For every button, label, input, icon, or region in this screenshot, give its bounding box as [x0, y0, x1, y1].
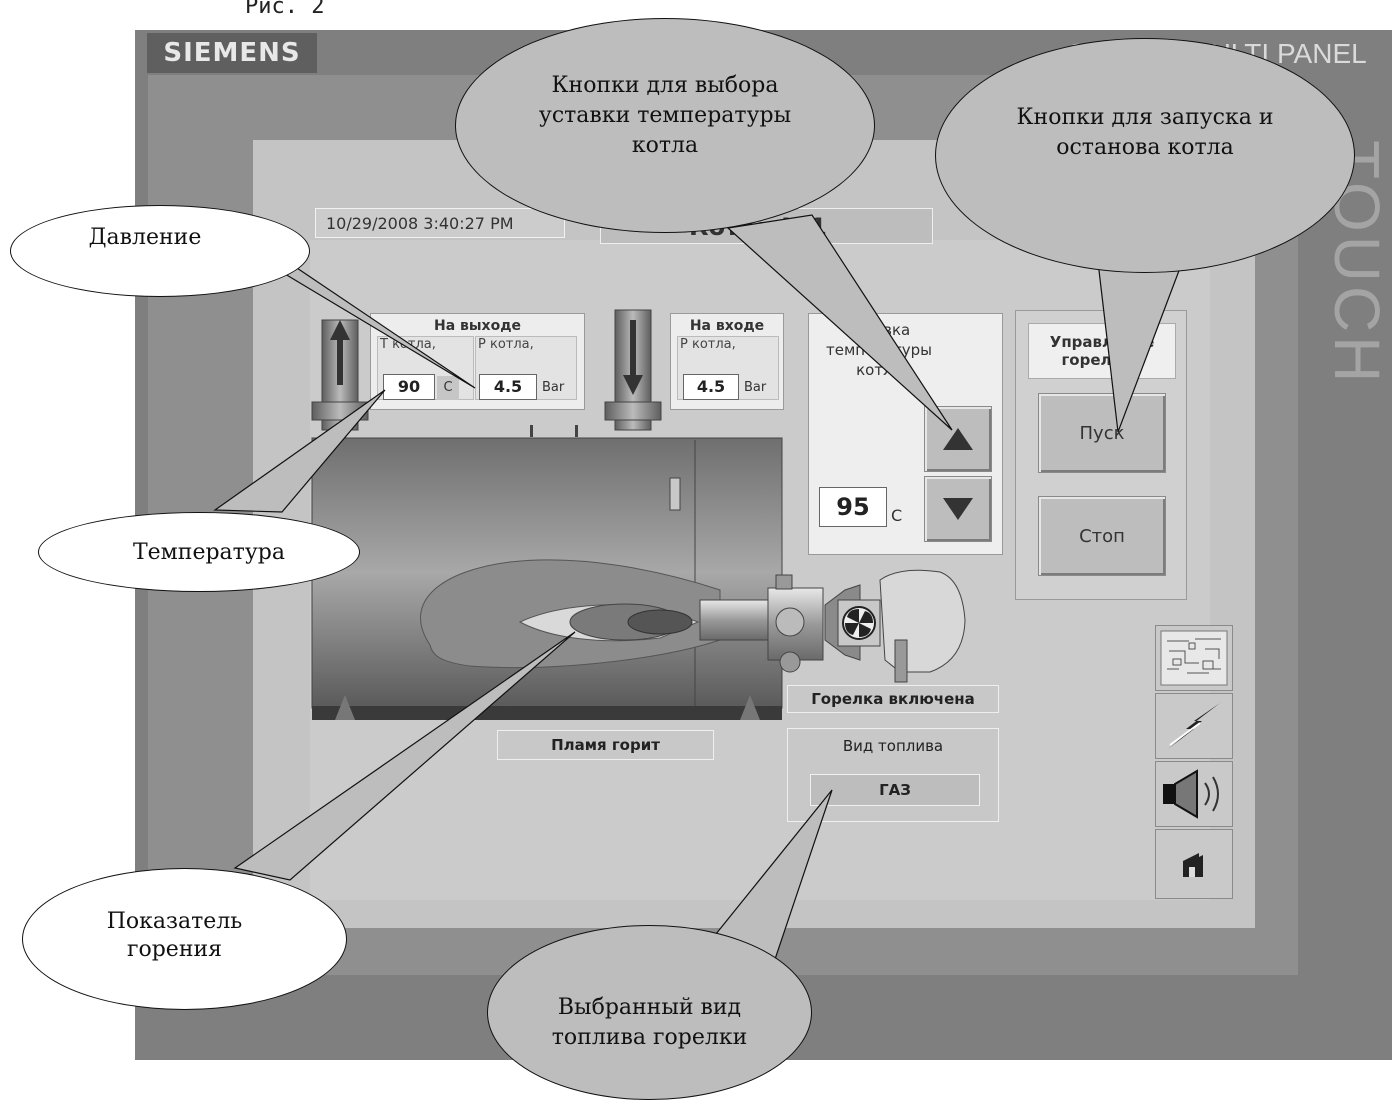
outlet-temp-label: T котла,	[380, 337, 436, 352]
home-icon	[1183, 853, 1203, 877]
overview-icon	[1160, 630, 1228, 686]
callout-fuel-selected: Выбранный вид топлива горелки	[487, 925, 812, 1100]
arrow-up-icon	[943, 428, 973, 450]
outlet-pressure-label: P котла,	[478, 337, 534, 352]
start-button[interactable]: Пуск	[1038, 393, 1166, 473]
outlet-title: На выходе	[433, 318, 521, 334]
callout-combustion: Показатель горения	[22, 868, 347, 1010]
setpoint-value[interactable]: 95	[819, 487, 887, 527]
fuel-title: Вид топлива	[842, 737, 944, 755]
setpoint-title: Уставка температуры котла	[825, 321, 932, 379]
inlet-pressure-label: P котла,	[680, 337, 736, 352]
outlet-temp-value: 90	[383, 374, 435, 400]
callout-pressure: Давление	[10, 205, 310, 297]
fuel-group: Вид топлива ГАЗ	[787, 728, 999, 822]
inlet-pressure-value: 4.5	[683, 374, 739, 400]
datetime-display: 10/29/2008 3:40:27 PM	[315, 208, 565, 238]
overview-button[interactable]	[1155, 625, 1233, 691]
callout-temperature: Температура	[38, 512, 360, 592]
speaker-icon	[1163, 769, 1219, 819]
figure-caption: Рис. 2	[245, 0, 325, 19]
setpoint-up-button[interactable]	[924, 406, 992, 472]
stop-button[interactable]: Стоп	[1038, 496, 1166, 576]
fuel-value: ГАЗ	[810, 774, 980, 806]
callout-start-stop-buttons: Кнопки для запуска и останова котла	[935, 38, 1355, 273]
burner-control-group: Управление горелкой Пуск Стоп	[1015, 310, 1187, 600]
outlet-pressure-value: 4.5	[479, 374, 537, 400]
diagnostics-button[interactable]	[1155, 693, 1233, 759]
flame-status: Пламя горит	[497, 730, 714, 760]
arrow-down-icon	[943, 498, 973, 520]
setpoint-group: Уставка температуры котла 95 C	[808, 313, 1003, 555]
inlet-group: На входе P котла, 4.5 Bar	[670, 313, 784, 410]
setpoint-unit: C	[891, 506, 903, 525]
lightning-icon	[1168, 703, 1220, 749]
inlet-pressure-unit: Bar	[744, 380, 767, 395]
setpoint-down-button[interactable]	[924, 476, 992, 542]
outlet-pressure-unit: Bar	[542, 380, 565, 395]
outlet-pipe	[311, 319, 369, 431]
inlet-pipe	[604, 309, 662, 431]
burner-control-title: Управление горелкой	[1028, 323, 1176, 379]
outlet-group: На выходе T котла, P котла, 90 C 4.5 Bar	[370, 313, 585, 410]
fan-icon	[842, 606, 876, 640]
burner-status: Горелка включена	[787, 685, 999, 713]
home-button[interactable]	[1155, 829, 1233, 899]
siemens-logo: SIEMENS	[147, 33, 317, 73]
inlet-title: На входе	[689, 318, 765, 334]
outlet-temp-unit: C	[437, 376, 459, 400]
alarm-sound-button[interactable]	[1155, 761, 1233, 827]
callout-setpoint-buttons: Кнопки для выбора уставки температуры ко…	[455, 18, 875, 233]
